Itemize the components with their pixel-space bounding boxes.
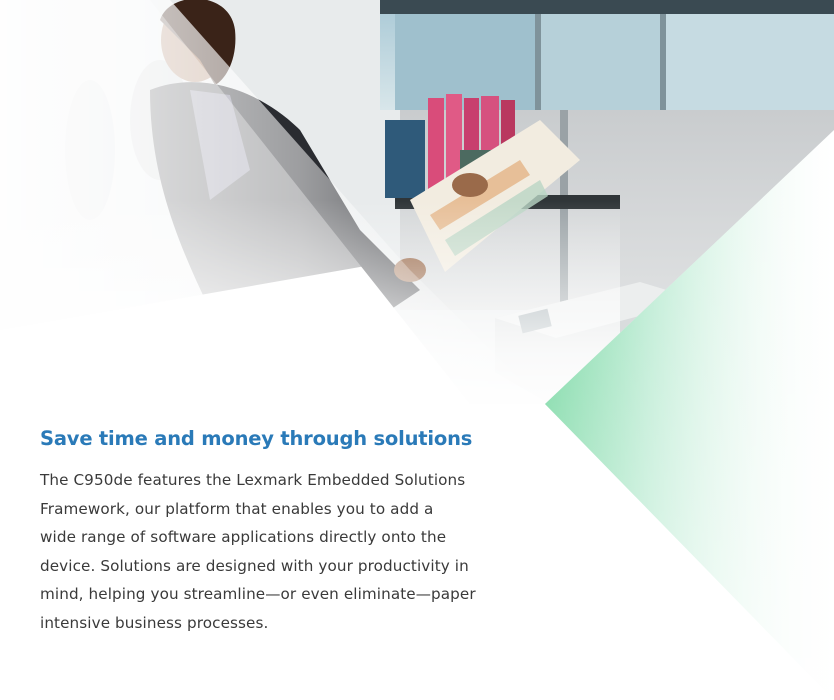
body-paragraph: The C950de features the Lexmark Embedded… [40,466,580,638]
paragraph-line: wide range of software applications dire… [40,528,447,547]
paragraph-line: intensive business processes. [40,613,269,632]
paragraph-line: mind, helping you streamline—or even eli… [40,585,476,604]
paragraph-line: The C950de features the Lexmark Embedded… [40,471,466,489]
page: Save time and money through solutions Th… [0,0,834,700]
paragraph-line: device. Solutions are designed with your… [40,556,469,575]
paragraph-line: Framework, our platform that enables you… [40,499,434,518]
text-block: Save time and money through solutions Th… [40,424,580,638]
section-heading: Save time and money through solutions [40,427,473,450]
